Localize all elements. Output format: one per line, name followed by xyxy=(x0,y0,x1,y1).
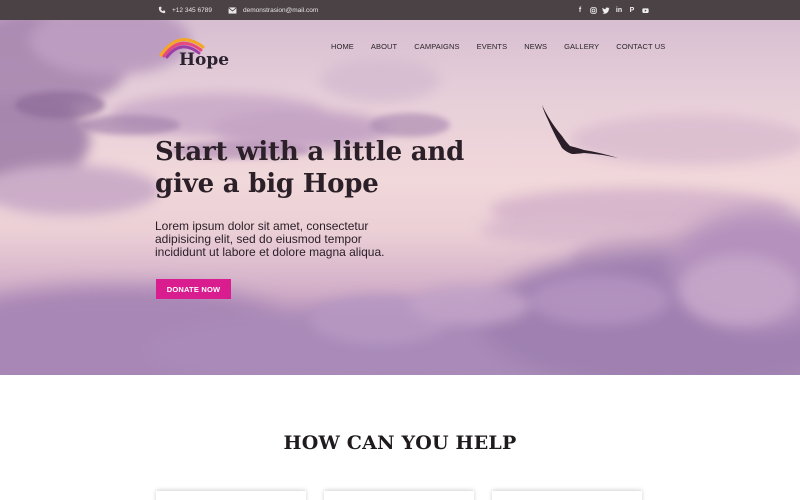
facebook-icon[interactable]: f xyxy=(576,6,584,14)
top-bar: +12 345 6789 demonstrasion@mail.com f in… xyxy=(0,0,800,20)
phone-icon xyxy=(157,6,166,15)
nav-gallery[interactable]: GALLERY xyxy=(564,42,599,51)
twitter-icon[interactable] xyxy=(602,6,610,14)
bird-silhouette xyxy=(542,105,618,158)
pinterest-icon[interactable]: P xyxy=(628,6,636,14)
donate-now-button[interactable]: DONATE NOW xyxy=(156,279,231,299)
logo[interactable]: Hope xyxy=(157,33,237,73)
hero-subtitle: Lorem ipsum dolor sit amet, consectetur … xyxy=(155,219,385,259)
youtube-icon[interactable] xyxy=(641,6,649,14)
email-address: demonstrasion@mail.com xyxy=(243,6,319,14)
logo-text: Hope xyxy=(179,50,230,70)
instagram-icon[interactable] xyxy=(589,6,597,14)
nav-campaigns[interactable]: CAMPAIGNS xyxy=(414,42,459,51)
linkedin-icon[interactable]: in xyxy=(615,6,623,14)
email-contact[interactable]: demonstrasion@mail.com xyxy=(228,0,318,20)
help-card[interactable] xyxy=(492,491,642,500)
phone-number: +12 345 6789 xyxy=(172,6,212,14)
hero-headline: Start with a little and give a big Hope xyxy=(155,137,465,199)
social-links: f in P xyxy=(576,0,649,20)
phone-contact[interactable]: +12 345 6789 xyxy=(157,0,212,20)
nav-about[interactable]: ABOUT xyxy=(371,42,397,51)
hero-section: Hope HOME ABOUT CAMPAIGNS EVENTS NEWS GA… xyxy=(0,20,800,375)
nav-home[interactable]: HOME xyxy=(331,42,354,51)
nav-events[interactable]: EVENTS xyxy=(477,42,508,51)
help-card[interactable] xyxy=(156,491,306,500)
envelope-icon xyxy=(228,6,237,15)
help-card[interactable] xyxy=(324,491,474,500)
main-navigation: HOME ABOUT CAMPAIGNS EVENTS NEWS GALLERY… xyxy=(331,42,682,51)
nav-news[interactable]: NEWS xyxy=(524,42,547,51)
nav-contact-us[interactable]: CONTACT US xyxy=(616,42,665,51)
section-title: HOW CAN YOU HELP xyxy=(283,432,517,454)
